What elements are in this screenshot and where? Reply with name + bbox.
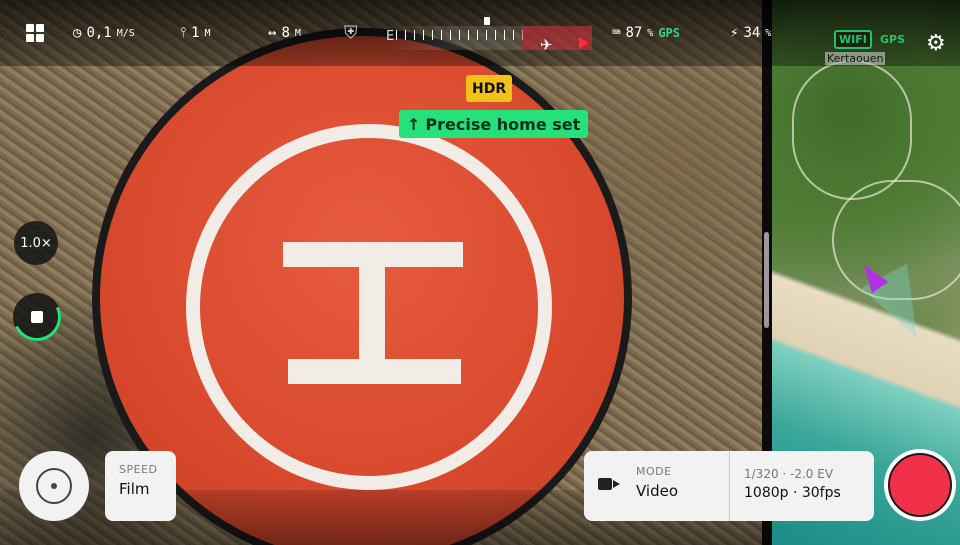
compass-strip: E — [386, 26, 592, 50]
controller-battery-value: 87 — [625, 25, 643, 41]
home-set-text: Precise home set — [425, 114, 581, 134]
controller-battery-unit: % — [647, 27, 654, 39]
mode-value: Video — [636, 482, 679, 500]
compass-marker — [484, 17, 490, 25]
hdr-badge: HDR — [466, 75, 513, 102]
speed-mode-button[interactable]: SPEED Film — [105, 451, 176, 521]
menu-button[interactable] — [26, 24, 44, 42]
speed-value: 0,1 — [86, 25, 112, 41]
controller-gps-label: GPS — [658, 26, 681, 40]
drone-heading-icon: ✈ — [540, 36, 553, 54]
virtual-joystick-button[interactable] — [19, 451, 89, 521]
drone-battery-unit: % — [765, 27, 772, 39]
exposure-value: 1/320 · -2.0 EV — [744, 467, 834, 481]
map-road — [792, 60, 912, 200]
gear-icon[interactable]: ⚙ — [926, 31, 946, 56]
distance-unit: M — [294, 27, 301, 39]
exposure-settings[interactable]: 1/320 · -2.0 EV 1080p · 30fps — [744, 467, 841, 501]
drone-battery: ⚡ 34% — [730, 25, 771, 41]
home-direction-arrow — [579, 37, 589, 49]
record-icon — [888, 453, 952, 517]
mode-label: MODE — [636, 465, 672, 478]
resolution-value: 1080p · 30fps — [744, 485, 841, 501]
zoom-button[interactable]: 1.0× — [14, 221, 58, 265]
compass-ticks — [396, 30, 526, 40]
mode-selector[interactable]: MODE Video — [636, 465, 678, 500]
home-arrow-icon: ↑ — [407, 114, 421, 134]
geofence-button[interactable]: ⛨ — [344, 23, 358, 44]
record-button[interactable] — [884, 449, 956, 521]
altitude-icon: ⫯ — [180, 25, 187, 41]
speed-unit: M/S — [116, 27, 135, 39]
speedometer-icon: ◷ — [73, 25, 82, 41]
speed-mode-value: Film — [119, 480, 150, 498]
landing-pad-h-bottom — [288, 359, 461, 384]
controller-icon: ⌨ — [612, 25, 621, 41]
split-drag-handle[interactable] — [764, 232, 769, 328]
speed-readout: ◷ 0,1 M/S — [73, 25, 135, 41]
home-set-toast: ↑ Precise home set — [399, 110, 589, 138]
distance-icon: ↔ — [268, 25, 277, 41]
video-camera-icon — [598, 478, 620, 490]
compass-heading-label: E — [386, 29, 395, 44]
controller-battery: ⌨ 87% GPS — [612, 25, 680, 41]
joystick-icon — [36, 468, 72, 504]
landing-pad-h-stem — [359, 262, 385, 372]
gimbal-tilt-button[interactable] — [6, 286, 68, 348]
altitude-unit: M — [204, 27, 211, 39]
drone-battery-icon: ⚡ — [730, 25, 739, 41]
camera-mode-panel[interactable]: MODE Video 1/320 · -2.0 EV 1080p · 30fps — [584, 451, 874, 521]
drone-gps-badge: GPS — [880, 33, 906, 46]
speed-mode-label: SPEED — [119, 463, 158, 476]
wifi-badge: WIFI — [834, 30, 872, 49]
altitude-readout: ⫯ 1M — [180, 25, 211, 41]
distance-value: 8 — [281, 25, 290, 41]
distance-readout: ↔ 8M — [268, 25, 301, 41]
mode-divider — [729, 451, 730, 521]
shield-icon: ⛨ — [344, 22, 358, 44]
drone-battery-value: 34 — [743, 25, 761, 41]
map-place-label: Kertaouen — [825, 52, 886, 65]
grid-icon — [26, 24, 44, 42]
altitude-value: 1 — [191, 25, 200, 41]
